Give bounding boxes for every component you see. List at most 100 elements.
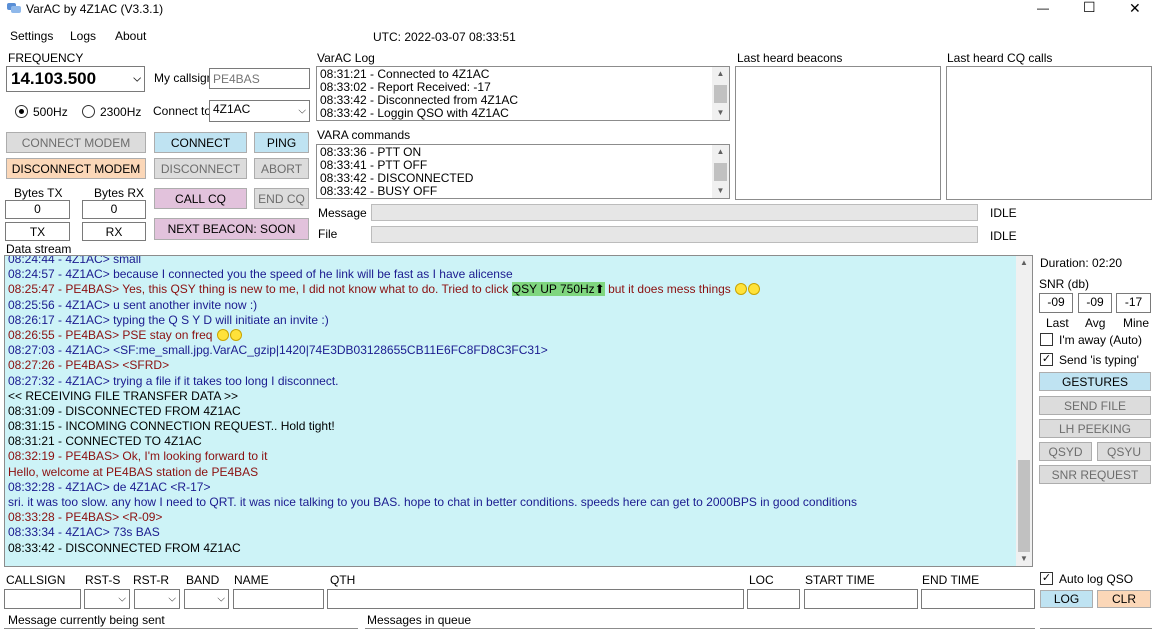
rst-r-select[interactable]: ⌵ (134, 589, 180, 609)
menu-about[interactable]: About (115, 29, 146, 43)
clr-button[interactable]: CLR (1097, 590, 1151, 608)
loc-field[interactable] (747, 589, 800, 609)
qsyd-button[interactable]: QSYD (1039, 442, 1092, 461)
varac-log-label: VarAC Log (317, 51, 375, 65)
end-time-field[interactable] (921, 589, 1035, 609)
qsy-highlight[interactable]: QSY UP 750Hz⬆ (511, 282, 605, 297)
band-select[interactable]: ⌵ (184, 589, 229, 609)
message-label: Message (318, 206, 367, 220)
list-item: 08:33:28 - PE4BAS> <R-09> (8, 510, 163, 525)
cq-calls-list[interactable] (946, 66, 1152, 200)
smiley-icon (735, 283, 748, 296)
connect-modem-button[interactable]: CONNECT MODEM (6, 132, 146, 153)
scroll-down-icon[interactable]: ▼ (712, 184, 729, 198)
bw-2300-label: 2300Hz (100, 105, 142, 119)
scrollbar[interactable]: ▲ ▼ (1016, 256, 1032, 566)
message-text: 08:25:47 - PE4BAS> Yes, this QSY thing i… (8, 282, 512, 297)
list-item: 08:25:56 - 4Z1AC> u sent another invite … (8, 297, 258, 312)
disconnect-button[interactable]: DISCONNECT (154, 158, 247, 179)
list-item: 08:26:17 - 4Z1AC> typing the Q S Y D wil… (8, 312, 329, 327)
away-checkbox[interactable] (1040, 333, 1053, 346)
lh-peeking-button[interactable]: LH PEEKING (1039, 419, 1151, 438)
list-item: 08:33:42 - BUSY OFF (320, 184, 438, 198)
callsign-col-label: CALLSIGN (6, 573, 66, 587)
snr-label: SNR (db) (1039, 277, 1090, 291)
list-item: 08:25:47 - PE4BAS> Yes, this QSY thing i… (8, 282, 1013, 297)
loc-col-label: LOC (749, 573, 774, 587)
abort-button[interactable]: ABORT (254, 158, 309, 179)
connect-to-select[interactable]: 4Z1AC ⌵ (209, 100, 310, 122)
typing-checkbox[interactable]: ✓ (1040, 353, 1053, 366)
smiley-icon (229, 328, 242, 341)
menu-logs[interactable]: Logs (70, 29, 96, 43)
frequency-select[interactable]: 14.103.500 ⌵ (6, 66, 145, 92)
scroll-up-icon[interactable]: ▲ (1016, 256, 1032, 270)
bw-2300-radio[interactable] (82, 105, 95, 118)
list-item: 08:33:42 - Loggin QSO with 4Z1AC (320, 106, 509, 120)
autolog-checkbox[interactable]: ✓ (1040, 572, 1053, 585)
app-icon (7, 3, 21, 14)
ping-button[interactable]: PING (254, 132, 309, 153)
call-cq-button[interactable]: CALL CQ (154, 188, 247, 209)
scroll-down-icon[interactable]: ▼ (712, 106, 729, 120)
file-status: IDLE (990, 229, 1017, 243)
beacons-list[interactable] (735, 66, 941, 200)
cq-calls-label: Last heard CQ calls (947, 51, 1053, 65)
file-progress-bar (371, 226, 978, 243)
list-item: 08:32:19 - PE4BAS> Ok, I'm looking forwa… (8, 449, 268, 464)
list-item: 08:27:32 - 4Z1AC> trying a file if it ta… (8, 373, 339, 388)
vara-commands-list[interactable]: 08:33:36 - PTT ON 08:33:41 - PTT OFF 08:… (316, 144, 730, 199)
callsign-field[interactable] (4, 589, 81, 609)
start-time-field[interactable] (804, 589, 918, 609)
away-label: I'm away (Auto) (1059, 333, 1142, 347)
send-file-button[interactable]: SEND FILE (1039, 396, 1151, 415)
minimize-icon[interactable]: — (1037, 1, 1049, 15)
varac-log-list[interactable]: 08:31:21 - Connected to 4Z1AC 08:33:02 -… (316, 66, 730, 121)
log-button[interactable]: LOG (1040, 590, 1093, 608)
qsyu-button[interactable]: QSYU (1097, 442, 1151, 461)
chevron-down-icon: ⌵ (133, 73, 141, 85)
list-item: 08:24:57 - 4Z1AC> because I connected yo… (8, 267, 513, 282)
next-beacon-button[interactable]: NEXT BEACON: SOON (154, 218, 309, 240)
scroll-down-icon[interactable]: ▼ (1016, 552, 1032, 566)
window-title: VarAC by 4Z1AC (V3.3.1) (26, 2, 164, 16)
callsign-label: My callsign (154, 71, 214, 85)
bw-500-radio[interactable] (15, 105, 28, 118)
callsign-input[interactable] (209, 68, 310, 89)
scroll-up-icon[interactable]: ▲ (712, 145, 729, 159)
smiley-icon (216, 328, 229, 341)
scroll-thumb[interactable] (714, 85, 727, 103)
rx-indicator: RX (82, 222, 146, 241)
end-cq-button[interactable]: END CQ (254, 188, 309, 209)
menu-settings[interactable]: Settings (10, 29, 53, 43)
snr-request-button[interactable]: SNR REQUEST (1039, 465, 1151, 484)
list-item: 08:27:03 - 4Z1AC> <SF:me_small.jpg.VarAC… (8, 343, 548, 358)
gestures-button[interactable]: GESTURES (1039, 372, 1151, 391)
list-item: << RECEIVING FILE TRANSFER DATA >> (8, 388, 239, 403)
maximize-icon[interactable]: ☐ (1083, 0, 1096, 16)
rst-s-select[interactable]: ⌵ (84, 589, 130, 609)
data-stream-panel[interactable]: 08:24:44 - 4Z1AC> small 08:24:57 - 4Z1AC… (4, 255, 1033, 567)
connect-to-value: 4Z1AC (213, 102, 251, 116)
message-text: but it does mess things (604, 282, 735, 297)
bytes-rx-label: Bytes RX (94, 186, 145, 200)
scroll-thumb[interactable] (714, 163, 727, 181)
list-item: 08:31:09 - DISCONNECTED FROM 4Z1AC (8, 403, 241, 418)
scrollbar[interactable]: ▲ ▼ (712, 145, 729, 198)
qth-field[interactable] (327, 589, 744, 609)
tx-indicator: TX (5, 222, 70, 241)
start-time-col-label: START TIME (805, 573, 875, 587)
scroll-thumb[interactable] (1018, 460, 1030, 552)
bytes-tx-value: 0 (5, 200, 70, 219)
connect-button[interactable]: CONNECT (154, 132, 247, 153)
disconnect-modem-button[interactable]: DISCONNECT MODEM (6, 158, 146, 179)
list-item: 08:33:42 - DISCONNECTED FROM 4Z1AC (8, 540, 241, 555)
bytes-tx-label: Bytes TX (14, 186, 63, 200)
name-field[interactable] (233, 589, 324, 609)
scroll-up-icon[interactable]: ▲ (712, 67, 729, 81)
list-item: 08:32:28 - 4Z1AC> de 4Z1AC <R-17> (8, 479, 211, 494)
list-item: 08:26:55 - PE4BAS> PSE stay on freq (8, 328, 1013, 343)
chevron-down-icon: ⌵ (168, 593, 176, 605)
scrollbar[interactable]: ▲ ▼ (712, 67, 729, 120)
close-icon[interactable]: ✕ (1129, 0, 1141, 17)
